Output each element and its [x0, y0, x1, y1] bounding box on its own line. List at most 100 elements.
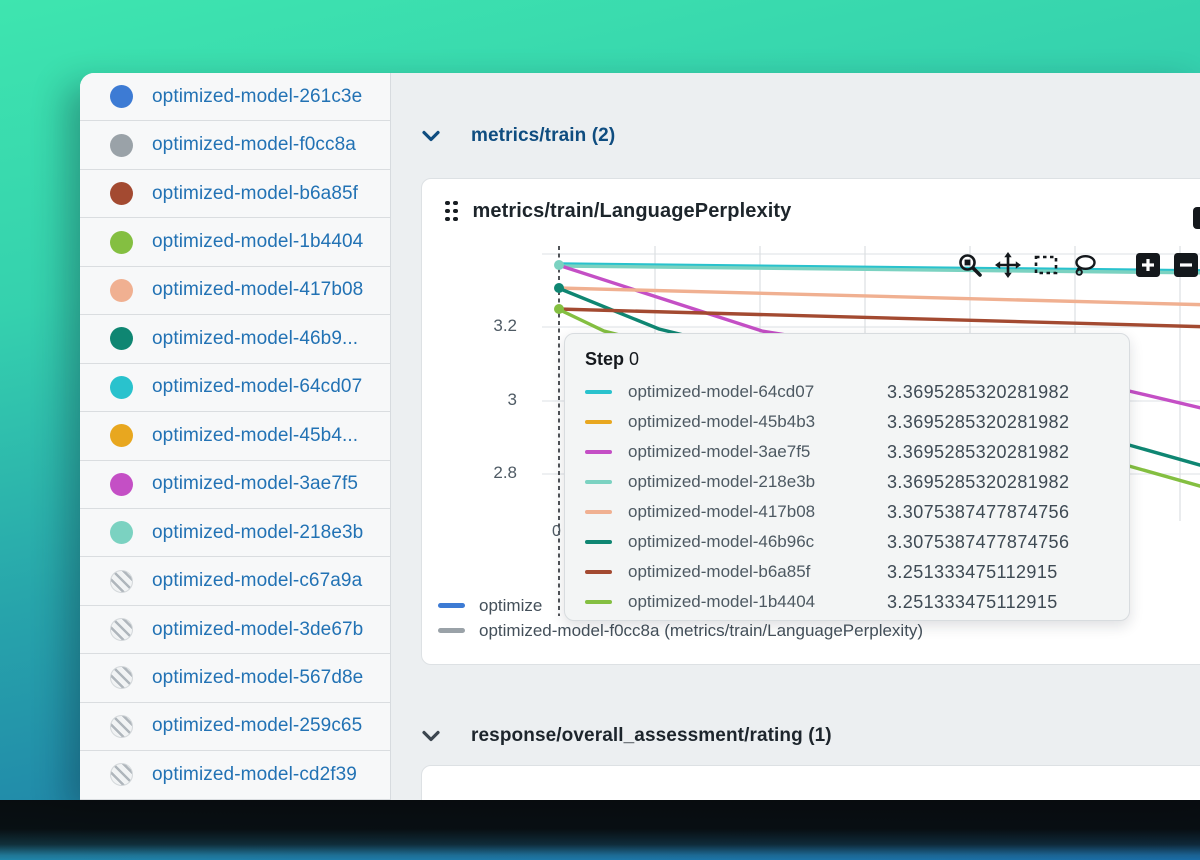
run-label: optimized-model-b6a85f — [152, 182, 359, 204]
series-swatch — [585, 449, 612, 455]
run-label: optimized-model-567d8e — [152, 666, 364, 688]
legend-label: optimize — [479, 595, 543, 615]
run-list-item[interactable]: optimized-model-261c3e — [80, 73, 390, 122]
zoom-box-icon[interactable] — [957, 252, 983, 278]
run-label: optimized-model-64cd07 — [152, 376, 363, 398]
run-list-item[interactable]: optimized-model-f0cc8a — [80, 121, 390, 170]
tooltip-run-name: optimized-model-46b96c — [628, 532, 815, 551]
chart-hover-tooltip: Step 0 optimized-model-64cd07 3.369528532… — [564, 333, 1130, 621]
run-label: optimized-model-cd2f39 — [152, 763, 357, 785]
run-list-item[interactable]: optimized-model-567d8e — [80, 654, 390, 703]
run-label: optimized-model-3ae7f5 — [152, 473, 359, 495]
run-label: optimized-model-46b9... — [152, 327, 359, 349]
tooltip-run-value: 3.3075387477874756 — [887, 501, 1070, 522]
tooltip-row: optimized-model-417b08 3.3075387477874756 — [565, 497, 1129, 527]
run-list-item[interactable]: optimized-model-259c65 — [80, 703, 390, 752]
tooltip-run-name: optimized-model-b6a85f — [628, 562, 811, 581]
run-list-item[interactable]: optimized-model-46b9... — [80, 315, 390, 364]
run-list-item[interactable]: optimized-model-64cd07 — [80, 364, 390, 413]
tooltip-step-label: Step — [585, 349, 625, 369]
legend-swatch — [438, 603, 465, 608]
main-content: metrics/train (2) metrics/train/Language… — [391, 73, 1200, 800]
tooltip-run-name: optimized-model-64cd07 — [628, 382, 815, 401]
run-list-item[interactable]: optimized-model-cd2f39 — [80, 751, 390, 800]
series-swatch — [585, 569, 612, 575]
pan-icon[interactable] — [995, 252, 1021, 278]
screen: optimized-model-261c3e optimized-model-f0… — [0, 0, 1200, 860]
y-axis-tick-label: 3 — [507, 390, 517, 409]
chevron-down-icon — [422, 730, 440, 742]
tooltip-step-value: 0 — [629, 349, 640, 369]
section-metrics-train[interactable]: metrics/train (2) — [419, 124, 615, 148]
run-color-dot — [110, 182, 133, 206]
series-swatch — [585, 389, 612, 395]
run-label: optimized-model-45b4... — [152, 424, 359, 446]
hidden-run-icon — [110, 618, 133, 642]
tooltip-run-value: 3.3695285320281982 — [887, 381, 1070, 402]
series-swatch — [585, 599, 612, 605]
tooltip-run-value: 3.251333475112915 — [887, 591, 1058, 612]
tooltip-row: optimized-model-46b96c 3.3075387477874756 — [565, 527, 1129, 557]
chart-toolbar — [957, 252, 1200, 278]
chevron-down-icon — [422, 130, 440, 142]
zoom-out-icon[interactable] — [1173, 252, 1199, 278]
run-color-dot — [110, 85, 133, 109]
tooltip-row: optimized-model-45b4b3 3.3695285320281982 — [565, 407, 1129, 437]
series-swatch — [585, 479, 612, 485]
tooltip-step: Step 0 — [585, 349, 1109, 370]
metric-chart-card: metrics/train/LanguagePerplexity 3.2 3 2.8… — [421, 178, 1200, 665]
run-color-dot — [110, 375, 133, 399]
run-list-sidebar: optimized-model-261c3e optimized-model-f0… — [80, 73, 391, 800]
run-list-item[interactable]: optimized-model-c67a9a — [80, 557, 390, 606]
lasso-select-icon[interactable] — [1071, 252, 1097, 278]
rating-chart-card — [421, 765, 1200, 800]
hidden-run-icon — [110, 666, 133, 690]
zoom-in-icon[interactable] — [1135, 252, 1161, 278]
run-color-dot — [110, 133, 133, 157]
run-color-dot — [110, 424, 133, 448]
run-label: optimized-model-218e3b — [152, 521, 364, 543]
section-response-rating[interactable]: response/overall_assessment/rating (1) — [419, 724, 832, 748]
tooltip-row: optimized-model-64cd07 3.3695285320281982 — [565, 377, 1129, 407]
hidden-run-icon — [110, 569, 133, 593]
tooltip-run-name: optimized-model-3ae7f5 — [628, 442, 811, 461]
run-list-item[interactable]: optimized-model-417b08 — [80, 267, 390, 316]
legend-swatch — [438, 628, 465, 633]
y-axis-tick-label: 3.2 — [493, 316, 517, 335]
run-color-dot — [110, 472, 133, 496]
x-axis-tick-label: 0 — [552, 523, 561, 540]
window-bottom-shadow — [0, 800, 1200, 860]
box-select-icon[interactable] — [1033, 252, 1059, 278]
run-list-item[interactable]: optimized-model-1b4404 — [80, 218, 390, 267]
run-label: optimized-model-f0cc8a — [152, 134, 356, 156]
tooltip-run-value: 3.251333475112915 — [887, 561, 1058, 582]
series-swatch — [585, 419, 612, 425]
tooltip-row: optimized-model-3ae7f5 3.3695285320281982 — [565, 437, 1129, 467]
tooltip-row: optimized-model-218e3b 3.3695285320281982 — [565, 467, 1129, 497]
tooltip-rows: optimized-model-64cd07 3.3695285320281982… — [565, 377, 1129, 617]
run-list-item[interactable]: optimized-model-3de67b — [80, 606, 390, 655]
run-label: optimized-model-261c3e — [152, 85, 363, 107]
hidden-run-icon — [110, 714, 133, 738]
tooltip-run-name: optimized-model-218e3b — [628, 472, 816, 491]
run-list-item[interactable]: optimized-model-3ae7f5 — [80, 461, 390, 509]
run-color-dot — [110, 521, 133, 545]
series-swatch — [585, 539, 612, 545]
run-color-dot — [110, 278, 133, 302]
run-list-item[interactable]: optimized-model-45b4... — [80, 412, 390, 461]
section-title: metrics/train (2) — [471, 125, 616, 146]
run-label: optimized-model-259c65 — [152, 715, 363, 737]
tooltip-run-name: optimized-model-1b4404 — [628, 592, 816, 611]
tooltip-run-value: 3.3695285320281982 — [887, 441, 1070, 462]
run-list-item[interactable]: optimized-model-218e3b — [80, 509, 390, 558]
legend-item[interactable]: optimized-model-f0cc8a (metrics/train/La… — [438, 618, 923, 643]
run-label: optimized-model-3de67b — [152, 618, 364, 640]
series-swatch — [585, 509, 612, 515]
tooltip-run-value: 3.3695285320281982 — [887, 411, 1070, 432]
section-title: response/overall_assessment/rating (1) — [471, 725, 832, 746]
y-axis-tick-label: 2.8 — [493, 463, 517, 482]
run-list-item[interactable]: optimized-model-b6a85f — [80, 170, 390, 219]
run-color-dot — [110, 230, 133, 254]
run-label: optimized-model-c67a9a — [152, 570, 363, 592]
app-window: optimized-model-261c3e optimized-model-f0… — [80, 73, 1200, 800]
